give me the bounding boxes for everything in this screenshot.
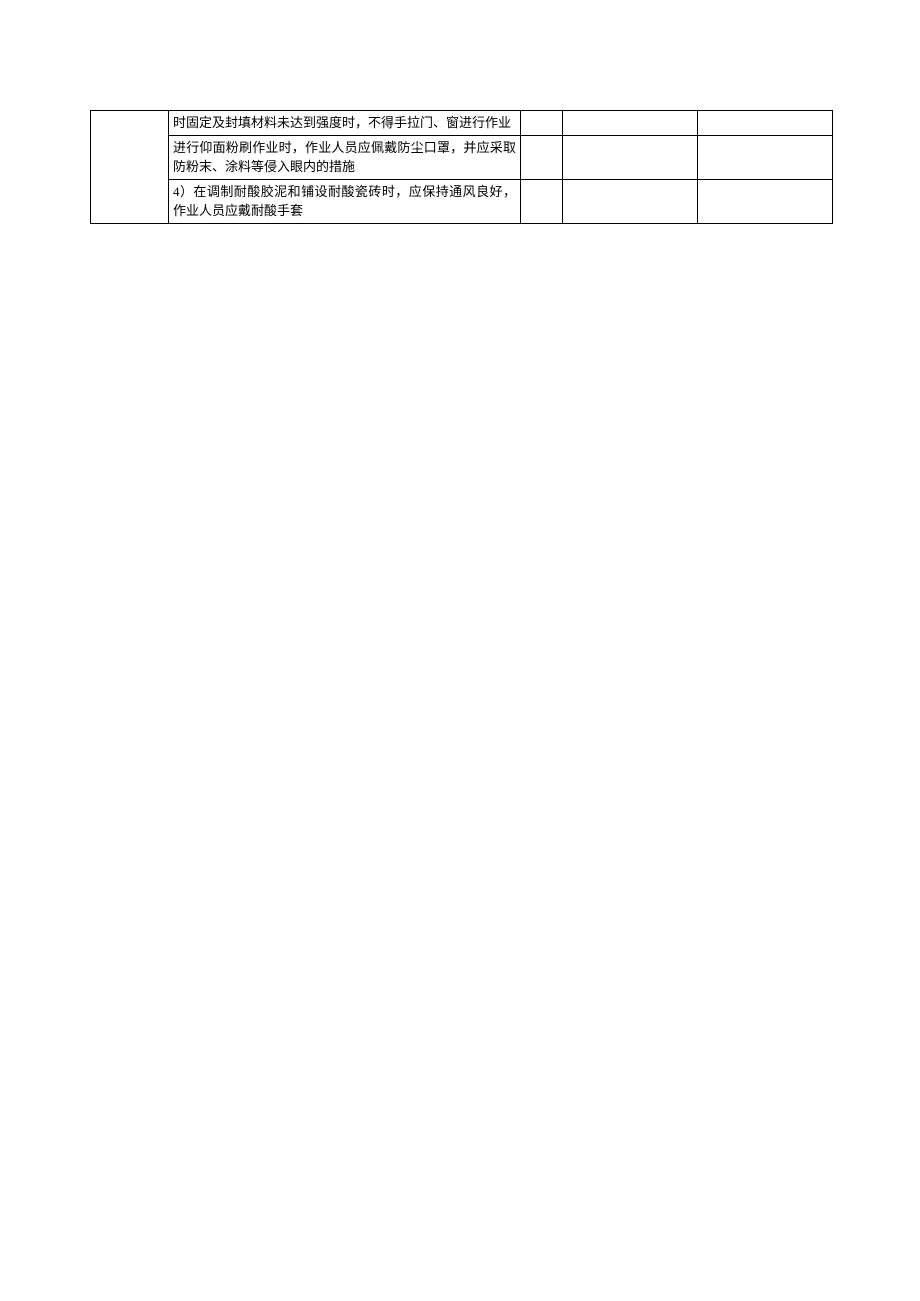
cell-col4 <box>563 135 698 179</box>
table-row: 进行仰面粉刷作业时，作业人员应佩戴防尘口罩，并应采取防粉末、涂料等侵入眼内的措施 <box>91 135 833 179</box>
cell-col3 <box>521 111 563 136</box>
cell-col5 <box>698 179 833 223</box>
cell-col4 <box>563 111 698 136</box>
cell-col5 <box>698 135 833 179</box>
table-row: 时固定及封填材料未达到强度时，不得手拉门、窗进行作业 <box>91 111 833 136</box>
cell-col3 <box>521 179 563 223</box>
document-page: 时固定及封填材料未达到强度时，不得手拉门、窗进行作业 进行仰面粉刷作业时，作业人… <box>0 0 920 224</box>
table-row: 4）在调制耐酸胶泥和铺设耐酸瓷砖时，应保持通风良好，作业人员应戴耐酸手套 <box>91 179 833 223</box>
cell-col3 <box>521 135 563 179</box>
cell-col5 <box>698 111 833 136</box>
cell-content: 时固定及封填材料未达到强度时，不得手拉门、窗进行作业 <box>169 111 521 136</box>
content-table: 时固定及封填材料未达到强度时，不得手拉门、窗进行作业 进行仰面粉刷作业时，作业人… <box>90 110 833 224</box>
cell-category <box>91 111 169 224</box>
cell-col4 <box>563 179 698 223</box>
cell-content: 4）在调制耐酸胶泥和铺设耐酸瓷砖时，应保持通风良好，作业人员应戴耐酸手套 <box>169 179 521 223</box>
cell-content: 进行仰面粉刷作业时，作业人员应佩戴防尘口罩，并应采取防粉末、涂料等侵入眼内的措施 <box>169 135 521 179</box>
